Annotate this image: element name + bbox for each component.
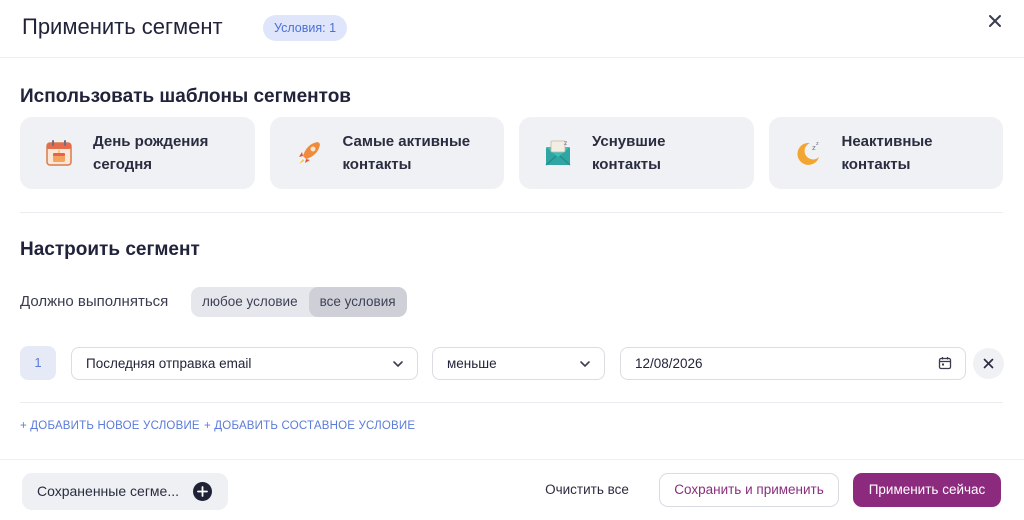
template-most-active[interactable]: Самые активные контакты bbox=[269, 117, 504, 189]
clear-all-button[interactable]: Очистить все bbox=[530, 473, 644, 507]
chevron-down-icon bbox=[393, 361, 403, 368]
conditions-count-badge: Условия: 1 bbox=[263, 15, 348, 41]
template-label: Уснувшие контакты bbox=[592, 133, 666, 173]
template-birthday-today[interactable]: День рождения сегодня bbox=[20, 117, 255, 189]
condition-number: 1 bbox=[20, 346, 56, 380]
svg-text:z: z bbox=[816, 141, 819, 147]
add-compound-condition-link[interactable]: + ДОБАВИТЬ СОСТАВНОЕ УСЛОВИЕ bbox=[204, 420, 415, 432]
condition-operator-value: меньше bbox=[447, 356, 497, 371]
template-label: День рождения сегодня bbox=[93, 133, 209, 173]
condition-divider bbox=[20, 402, 1003, 403]
calendar-icon[interactable] bbox=[938, 356, 952, 370]
saved-segments-label: Сохраненные сегме... bbox=[37, 483, 180, 499]
modal-title: Применить сегмент bbox=[22, 14, 223, 39]
condition-field-value: Последняя отправка email bbox=[86, 356, 252, 371]
condition-operator-select[interactable]: меньше bbox=[432, 347, 605, 380]
saved-segments-button[interactable]: Сохраненные сегме... bbox=[22, 473, 228, 510]
calendar-cake-icon bbox=[44, 138, 74, 168]
template-dormant[interactable]: z Уснувшие контакты bbox=[519, 117, 754, 189]
chevron-down-icon bbox=[580, 361, 590, 368]
plus-circle-icon bbox=[193, 482, 212, 501]
remove-condition-button[interactable] bbox=[973, 348, 1004, 379]
sleeping-envelope-icon: z bbox=[543, 138, 573, 168]
match-mode-toggle: любое условие все условия bbox=[191, 287, 407, 317]
apply-now-button[interactable]: Применить сейчас bbox=[853, 473, 1001, 507]
footer-divider bbox=[0, 459, 1024, 460]
condition-field-select[interactable]: Последняя отправка email bbox=[71, 347, 418, 380]
match-all-option[interactable]: все условия bbox=[308, 287, 407, 317]
modal-header: Применить сегмент Условия: 1 bbox=[0, 0, 1024, 58]
configure-section-title: Настроить сегмент bbox=[20, 239, 200, 260]
condition-date-value: 12/08/2026 bbox=[635, 356, 703, 371]
match-any-option[interactable]: любое условие bbox=[191, 287, 309, 317]
close-button[interactable] bbox=[984, 10, 1006, 32]
section-divider bbox=[20, 212, 1003, 213]
close-icon bbox=[983, 358, 994, 369]
template-list: День рождения сегодня Самые активные кон… bbox=[20, 117, 1003, 189]
add-condition-link[interactable]: + ДОБАВИТЬ НОВОЕ УСЛОВИЕ bbox=[20, 420, 200, 432]
match-mode-label: Должно выполняться bbox=[20, 293, 169, 310]
template-label: Самые активные контакты bbox=[342, 133, 471, 173]
template-inactive[interactable]: z z Неактивные контакты bbox=[768, 117, 1003, 189]
close-icon bbox=[989, 15, 1001, 27]
svg-text:z: z bbox=[564, 140, 567, 147]
template-label: Неактивные контакты bbox=[841, 133, 933, 173]
moon-icon: z z bbox=[793, 138, 823, 168]
templates-section-title: Использовать шаблоны сегментов bbox=[20, 86, 351, 107]
rocket-icon bbox=[294, 138, 324, 168]
save-and-apply-button[interactable]: Сохранить и применить bbox=[659, 473, 839, 507]
condition-date-input[interactable]: 12/08/2026 bbox=[620, 347, 966, 380]
